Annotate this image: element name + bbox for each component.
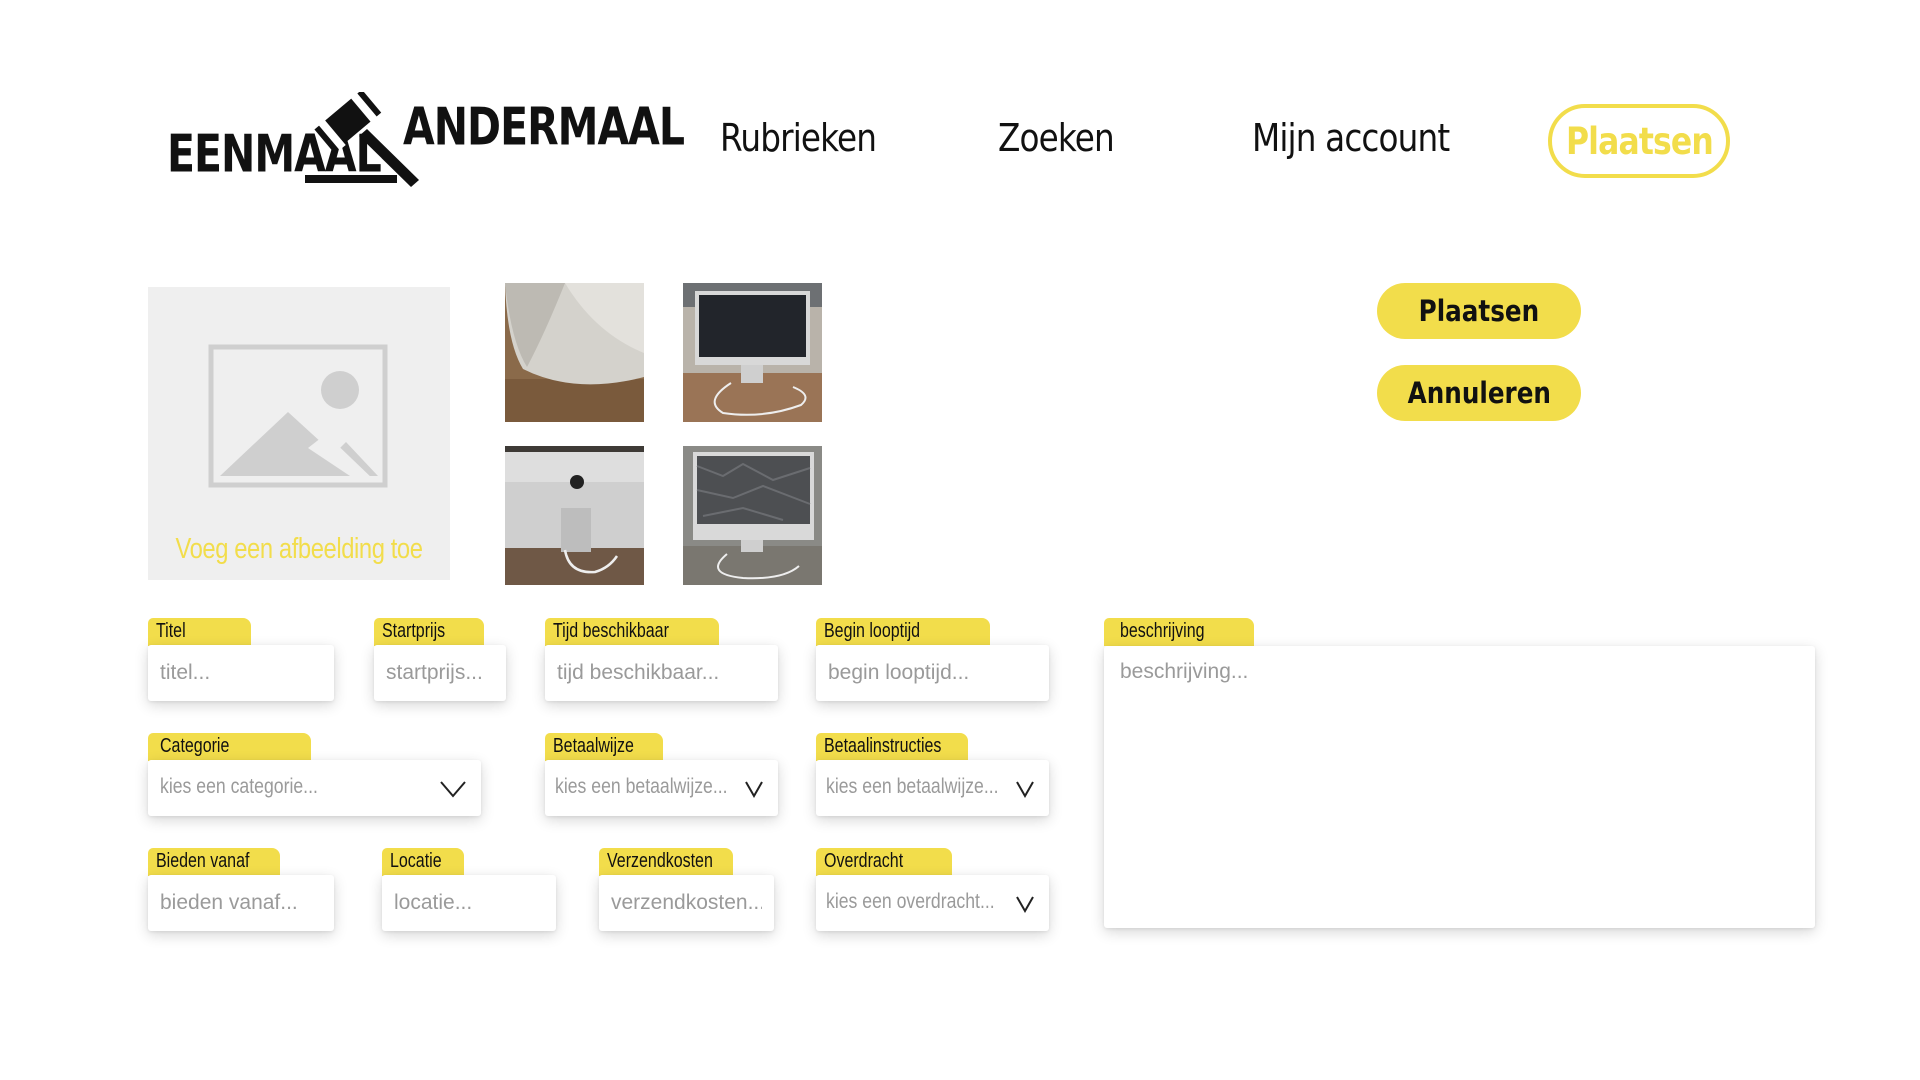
verzendkosten-label: Verzendkosten <box>599 848 733 876</box>
overdracht-select[interactable]: kies een overdracht... <box>816 875 1049 931</box>
chevron-down-icon <box>745 781 763 798</box>
thumbnail-imac-covered-screen[interactable] <box>683 446 822 585</box>
chevron-down-icon <box>440 781 466 798</box>
nav-rubrieken[interactable]: Rubrieken <box>720 116 877 160</box>
nav-plaatsen-button[interactable]: Plaatsen <box>1548 104 1730 178</box>
thumbnail-imac-front[interactable] <box>683 283 822 422</box>
nav-zoeken[interactable]: Zoeken <box>998 116 1115 160</box>
chevron-down-icon <box>1016 896 1034 913</box>
nav-plaatsen-label: Plaatsen <box>1565 119 1714 163</box>
logo[interactable]: EENMAAL ANDERMAAL <box>165 92 685 192</box>
nav-mijn-account[interactable]: Mijn account <box>1252 116 1450 160</box>
startprijs-label: Startprijs <box>374 618 484 646</box>
titel-label: Titel <box>148 618 251 646</box>
betaalwijze-select[interactable]: kies een betaalwijze... <box>545 760 778 816</box>
verzendkosten-field[interactable] <box>599 875 774 931</box>
bieden-vanaf-field[interactable] <box>148 875 334 931</box>
image-placeholder-icon <box>208 344 388 488</box>
thumbnail-imac-back[interactable] <box>505 446 644 585</box>
annuleren-button[interactable]: Annuleren <box>1377 365 1581 421</box>
titel-field[interactable] <box>148 645 334 701</box>
tijd-beschikbaar-label: Tijd beschikbaar <box>545 618 719 646</box>
overdracht-label: Overdracht <box>816 848 952 876</box>
overdracht-select-value: kies een overdracht... <box>826 890 995 913</box>
startprijs-field[interactable] <box>374 645 506 701</box>
betaalinstructies-select-value: kies een betaalwijze... <box>826 775 999 798</box>
betaalwijze-label: Betaalwijze <box>545 733 663 761</box>
locatie-label: Locatie <box>382 848 464 876</box>
categorie-select-value: kies een categorie... <box>160 775 318 798</box>
categorie-select[interactable]: kies een categorie... <box>148 760 481 816</box>
thumbnail-imac-stand-closeup[interactable] <box>505 283 644 422</box>
categorie-label: Categorie <box>148 733 311 761</box>
logo-word-andermaal: ANDERMAAL <box>403 97 685 157</box>
bieden-vanaf-label: Bieden vanaf <box>148 848 280 876</box>
locatie-field[interactable] <box>382 875 556 931</box>
annuleren-button-label: Annuleren <box>1407 376 1551 410</box>
begin-looptijd-label: Begin looptijd <box>816 618 990 646</box>
plaatsen-button[interactable]: Plaatsen <box>1377 283 1581 339</box>
image-upload-dropzone[interactable]: Voeg een afbeelding toe <box>148 287 450 580</box>
betaalinstructies-select[interactable]: kies een betaalwijze... <box>816 760 1049 816</box>
beschrijving-label: beschrijving <box>1104 618 1254 646</box>
betaalinstructies-label: Betaalinstructies <box>816 733 968 761</box>
plaatsen-button-label: Plaatsen <box>1418 294 1540 328</box>
tijd-beschikbaar-field[interactable] <box>545 645 778 701</box>
upload-label: Voeg een afbeelding toe <box>175 533 423 565</box>
begin-looptijd-field[interactable] <box>816 645 1049 701</box>
beschrijving-field[interactable] <box>1104 646 1815 928</box>
chevron-down-icon <box>1016 781 1034 798</box>
betaalwijze-select-value: kies een betaalwijze... <box>555 775 728 798</box>
